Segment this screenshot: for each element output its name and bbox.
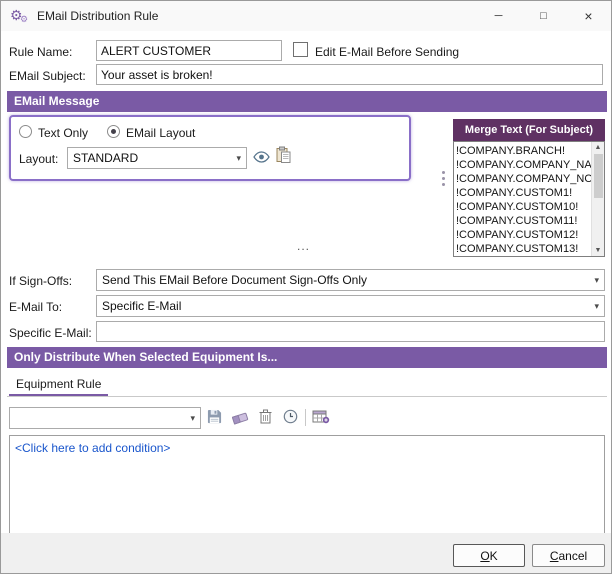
preview-eye-icon[interactable] (253, 151, 270, 163)
save-icon[interactable] (207, 409, 222, 424)
history-clock-icon[interactable] (283, 409, 298, 424)
chevron-down-icon: ▾ (594, 275, 599, 286)
merge-text-items: !COMPANY.BRANCH! !COMPANY.COMPANY_NAME !… (454, 142, 591, 256)
splitter-handle[interactable] (442, 171, 445, 186)
scroll-up-icon[interactable]: ▲ (595, 142, 602, 153)
specific-email-label: Specific E-Mail: (9, 326, 92, 340)
cancel-button[interactable]: Cancel (532, 544, 605, 567)
email-message-header: EMail Message (7, 91, 607, 112)
specific-email-input[interactable] (96, 321, 605, 342)
merge-item[interactable]: !COMPANY.COMPANY_NAME (456, 158, 591, 172)
collapsed-splitter-ellipsis[interactable]: ... (297, 239, 310, 253)
layout-combobox-value: STANDARD (73, 151, 138, 165)
close-button[interactable]: × (566, 1, 611, 31)
titlebar: ⚙ ⚙ EMail Distribution Rule ─ □ × (1, 1, 611, 31)
merge-item[interactable]: !COMPANY.BRANCH! (456, 144, 591, 158)
gear-small-icon: ⚙ (20, 15, 28, 24)
email-subject-input[interactable] (96, 64, 603, 85)
chevron-down-icon: ▾ (190, 413, 195, 424)
merge-item[interactable]: !COMPANY.COMPANY_NOTE (456, 172, 591, 186)
tab-separator (7, 396, 607, 397)
text-only-label: Text Only (38, 126, 88, 140)
edit-email-before-sending-checkbox[interactable] (293, 42, 308, 57)
chevron-down-icon: ▾ (594, 301, 599, 312)
layout-combobox[interactable]: STANDARD ▾ (67, 147, 247, 169)
toolbar-separator (305, 409, 306, 426)
eraser-icon[interactable] (232, 410, 249, 425)
edit-email-before-sending-label: Edit E-Mail Before Sending (315, 45, 459, 59)
minimize-button[interactable]: ─ (476, 1, 521, 31)
rule-name-input[interactable] (96, 40, 282, 61)
rule-name-label: Rule Name: (9, 45, 72, 59)
scrollbar-thumb[interactable] (594, 154, 603, 198)
app-gear-icon: ⚙ ⚙ (10, 7, 30, 25)
merge-item[interactable]: !COMPANY.CUSTOM10! (456, 200, 591, 214)
scroll-down-icon[interactable]: ▼ (595, 245, 602, 256)
maximize-button[interactable]: □ (521, 1, 566, 31)
merge-item[interactable]: !COMPANY.CUSTOM11! (456, 214, 591, 228)
email-distribution-rule-window: ⚙ ⚙ EMail Distribution Rule ─ □ × Rule N… (0, 0, 612, 574)
add-condition-link[interactable]: <Click here to add condition> (15, 441, 170, 455)
window-title: EMail Distribution Rule (37, 9, 158, 23)
cancel-label-rest: ancel (558, 549, 587, 563)
merge-item[interactable]: !COMPANY.CUSTOM1! (456, 186, 591, 200)
merge-text-header: Merge Text (For Subject) (453, 119, 605, 141)
if-sign-offs-label: If Sign-Offs: (9, 274, 72, 288)
only-distribute-header: Only Distribute When Selected Equipment … (7, 347, 607, 368)
text-only-radio[interactable] (19, 125, 32, 138)
email-to-value: Specific E-Mail (102, 299, 181, 313)
paste-layout-icon[interactable] (276, 146, 291, 164)
email-to-combobox[interactable]: Specific E-Mail ▾ (96, 295, 605, 317)
email-subject-label: EMail Subject: (9, 69, 86, 83)
delete-trash-icon[interactable] (259, 409, 272, 424)
equipment-filter-combobox[interactable]: ▾ (9, 407, 201, 429)
if-sign-offs-value: Send This EMail Before Document Sign-Off… (102, 273, 367, 287)
email-layout-radio[interactable] (107, 125, 120, 138)
if-sign-offs-combobox[interactable]: Send This EMail Before Document Sign-Off… (96, 269, 605, 291)
merge-text-list: !COMPANY.BRANCH! !COMPANY.COMPANY_NAME !… (453, 141, 605, 257)
merge-list-scrollbar[interactable]: ▲ ▼ (591, 142, 604, 256)
tab-equipment-rule[interactable]: Equipment Rule (9, 373, 108, 396)
ok-label-rest: K (490, 549, 498, 563)
ok-accelerator: O (480, 549, 489, 563)
chevron-down-icon: ▾ (236, 153, 241, 164)
ok-button[interactable]: OK (453, 544, 525, 567)
window-controls: ─ □ × (476, 1, 611, 31)
merge-item[interactable]: !COMPANY.CUSTOM12! (456, 228, 591, 242)
layout-label: Layout: (19, 152, 58, 166)
email-layout-label: EMail Layout (126, 126, 195, 140)
merge-item[interactable]: !COMPANY.CUSTOM13! (456, 242, 591, 256)
email-to-label: E-Mail To: (9, 300, 62, 314)
condition-builder-icon[interactable] (312, 409, 330, 424)
